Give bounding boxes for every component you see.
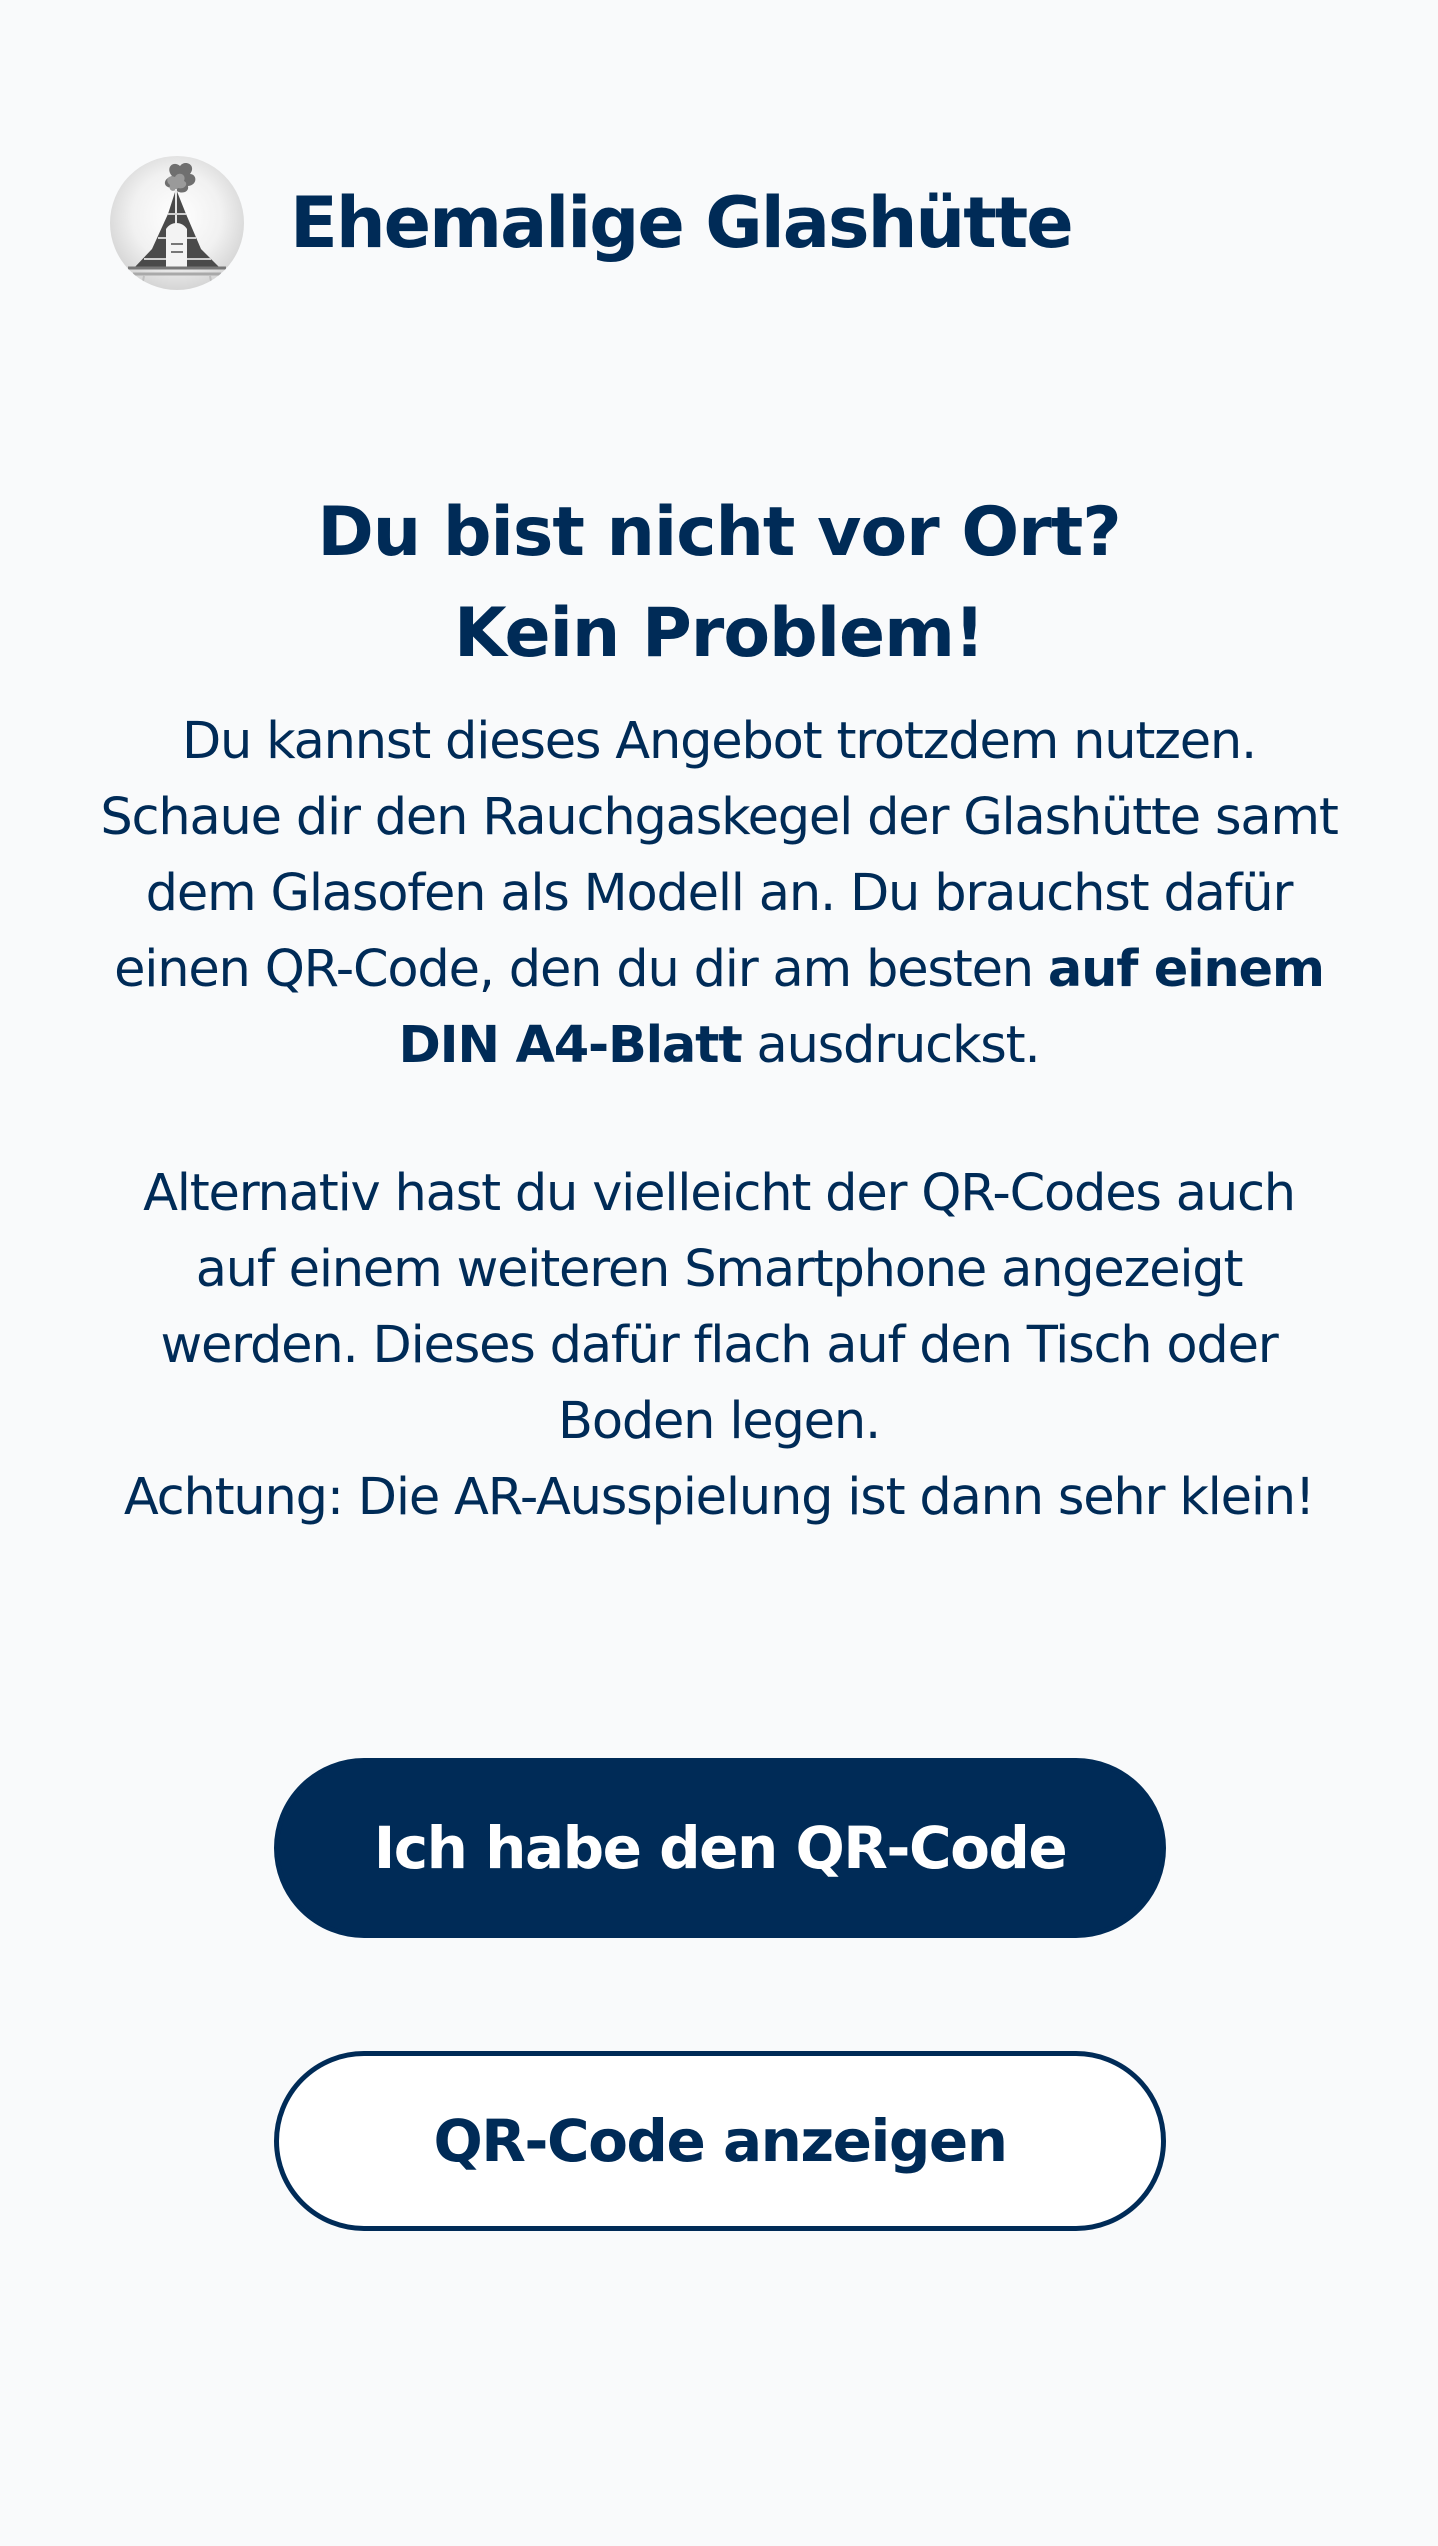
description-text: Du kannst dieses Angebot trotzdem nutzen… bbox=[100, 704, 1339, 1536]
qr-print-paragraph: Du kannst dieses Angebot trotzdem nutzen… bbox=[100, 704, 1339, 1084]
have-qr-code-button[interactable]: Ich habe den QR-Code bbox=[274, 1758, 1166, 1938]
glass-furnace-cone-icon bbox=[128, 162, 226, 287]
page-headline: Du bist nicht vor Ort? Kein Problem! bbox=[100, 482, 1338, 684]
alternative-smartphone-paragraph: Alternativ hast du vielleicht der QR-Cod… bbox=[143, 1164, 1296, 1451]
info-section: Du bist nicht vor Ort? Kein Problem! Du … bbox=[100, 482, 1339, 1536]
warning-paragraph: Achtung: Die AR-Ausspielung ist dann seh… bbox=[123, 1468, 1316, 1527]
headline-line-2: Kein Problem! bbox=[453, 594, 985, 673]
site-title: Ehemalige Glashütte bbox=[290, 182, 1074, 264]
show-qr-code-button[interactable]: QR-Code anzeigen bbox=[274, 2051, 1166, 2231]
qr-print-text-end: ausdruckst. bbox=[741, 1016, 1041, 1075]
headline-line-1: Du bist nicht vor Ort? bbox=[317, 493, 1121, 572]
site-avatar bbox=[110, 156, 244, 290]
page-header: Ehemalige Glashütte bbox=[110, 155, 1074, 291]
